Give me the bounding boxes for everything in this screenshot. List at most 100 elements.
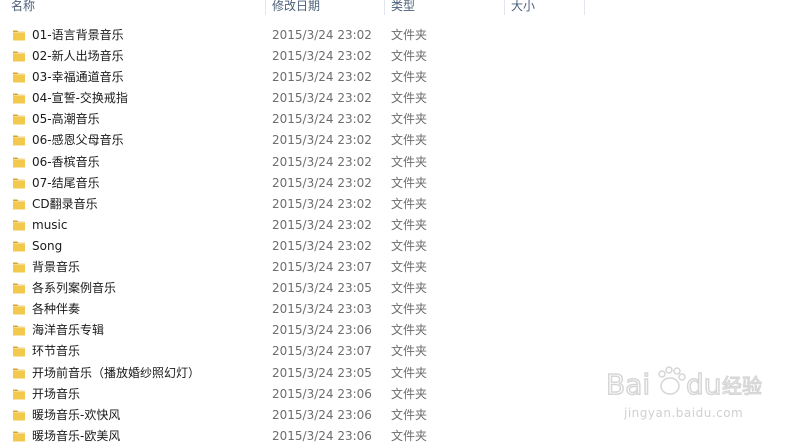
file-type: 文件夹 bbox=[391, 344, 428, 359]
file-modified-date: 2015/3/24 23:02 bbox=[272, 175, 372, 190]
file-type: 文件夹 bbox=[391, 260, 428, 275]
file-type: 文件夹 bbox=[391, 112, 428, 127]
file-row[interactable]: 开场前音乐（播放婚纱照幻灯） 2015/3/24 23:05 文件夹 bbox=[0, 363, 792, 384]
column-header-row: 名称 修改日期 类型 大小 bbox=[0, 0, 792, 15]
column-header-date[interactable]: 修改日期 bbox=[266, 0, 385, 15]
file-row[interactable]: 环节音乐 2015/3/24 23:07 文件夹 bbox=[0, 341, 792, 362]
file-modified-date: 2015/3/24 23:05 bbox=[272, 281, 372, 296]
file-name[interactable]: 各种伴奏 bbox=[32, 299, 80, 320]
file-modified-date: 2015/3/24 23:02 bbox=[272, 49, 372, 64]
file-name[interactable]: 开场前音乐（播放婚纱照幻灯） bbox=[32, 363, 200, 384]
folder-icon bbox=[13, 72, 25, 83]
column-header-size[interactable]: 大小 bbox=[505, 0, 585, 15]
file-row[interactable]: 05-高潮音乐 2015/3/24 23:02 文件夹 bbox=[0, 109, 792, 130]
file-row[interactable]: Song 2015/3/24 23:02 文件夹 bbox=[0, 236, 792, 257]
file-modified-date: 2015/3/24 23:03 bbox=[272, 302, 372, 317]
folder-icon bbox=[13, 241, 25, 252]
file-type: 文件夹 bbox=[391, 323, 428, 338]
file-row[interactable]: 02-新人出场音乐 2015/3/24 23:02 文件夹 bbox=[0, 46, 792, 67]
file-modified-date: 2015/3/24 23:02 bbox=[272, 112, 372, 127]
file-name[interactable]: 暖场音乐-欧美风 bbox=[32, 426, 120, 447]
file-type: 文件夹 bbox=[391, 91, 428, 106]
folder-icon bbox=[13, 410, 25, 421]
folder-icon bbox=[13, 51, 25, 62]
file-modified-date: 2015/3/24 23:02 bbox=[272, 154, 372, 169]
folder-icon bbox=[13, 304, 25, 315]
file-row[interactable]: 06-感恩父母音乐 2015/3/24 23:02 文件夹 bbox=[0, 130, 792, 151]
file-type: 文件夹 bbox=[391, 281, 428, 296]
file-row[interactable]: 各系列案例音乐 2015/3/24 23:05 文件夹 bbox=[0, 278, 792, 299]
file-name[interactable]: 06-感恩父母音乐 bbox=[32, 130, 124, 151]
file-type: 文件夹 bbox=[391, 49, 428, 64]
folder-icon bbox=[13, 178, 25, 189]
file-type: 文件夹 bbox=[391, 133, 428, 148]
file-type: 文件夹 bbox=[391, 407, 428, 422]
file-row[interactable]: 背景音乐 2015/3/24 23:07 文件夹 bbox=[0, 257, 792, 278]
folder-icon bbox=[13, 431, 25, 442]
file-name[interactable]: 07-结尾音乐 bbox=[32, 173, 100, 194]
folder-icon bbox=[13, 30, 25, 41]
file-name[interactable]: 各系列案例音乐 bbox=[32, 278, 116, 299]
file-modified-date: 2015/3/24 23:07 bbox=[272, 260, 372, 275]
folder-icon bbox=[13, 220, 25, 231]
file-modified-date: 2015/3/24 23:02 bbox=[272, 238, 372, 253]
file-row[interactable]: 暖场音乐-欧美风 2015/3/24 23:06 文件夹 bbox=[0, 426, 792, 447]
file-modified-date: 2015/3/24 23:05 bbox=[272, 365, 372, 380]
file-name[interactable]: 03-幸福通道音乐 bbox=[32, 67, 124, 88]
file-name[interactable]: 05-高潮音乐 bbox=[32, 109, 100, 130]
file-modified-date: 2015/3/24 23:07 bbox=[272, 344, 372, 359]
file-name[interactable]: music bbox=[32, 215, 67, 236]
file-modified-date: 2015/3/24 23:02 bbox=[272, 133, 372, 148]
file-name[interactable]: 环节音乐 bbox=[32, 341, 80, 362]
file-name[interactable]: 02-新人出场音乐 bbox=[32, 46, 124, 67]
column-header-type[interactable]: 类型 bbox=[385, 0, 505, 15]
file-type: 文件夹 bbox=[391, 365, 428, 380]
file-row[interactable]: 01-语言背景音乐 2015/3/24 23:02 文件夹 bbox=[0, 25, 792, 46]
file-name[interactable]: 06-香槟音乐 bbox=[32, 152, 100, 173]
file-row[interactable]: 04-宣誓-交换戒指 2015/3/24 23:02 文件夹 bbox=[0, 88, 792, 109]
file-name[interactable]: 04-宣誓-交换戒指 bbox=[32, 88, 128, 109]
folder-icon bbox=[13, 389, 25, 400]
file-modified-date: 2015/3/24 23:06 bbox=[272, 428, 372, 443]
folder-icon bbox=[13, 135, 25, 146]
file-row[interactable]: CD翻录音乐 2015/3/24 23:02 文件夹 bbox=[0, 194, 792, 215]
file-type: 文件夹 bbox=[391, 70, 428, 85]
file-modified-date: 2015/3/24 23:02 bbox=[272, 70, 372, 85]
file-name[interactable]: CD翻录音乐 bbox=[32, 194, 98, 215]
file-modified-date: 2015/3/24 23:06 bbox=[272, 386, 372, 401]
file-type: 文件夹 bbox=[391, 196, 428, 211]
file-row[interactable]: 开场音乐 2015/3/24 23:06 文件夹 bbox=[0, 384, 792, 405]
file-modified-date: 2015/3/24 23:02 bbox=[272, 28, 372, 42]
file-modified-date: 2015/3/24 23:02 bbox=[272, 217, 372, 232]
folder-icon bbox=[13, 93, 25, 104]
file-list: 01-语言背景音乐 2015/3/24 23:02 文件夹 02-新人出场音乐 2015… bbox=[0, 25, 792, 447]
folder-icon bbox=[13, 283, 25, 294]
file-row[interactable]: 03-幸福通道音乐 2015/3/24 23:02 文件夹 bbox=[0, 67, 792, 88]
file-row[interactable]: 06-香槟音乐 2015/3/24 23:02 文件夹 bbox=[0, 152, 792, 173]
file-row[interactable]: 07-结尾音乐 2015/3/24 23:02 文件夹 bbox=[0, 173, 792, 194]
file-name[interactable]: 暖场音乐-欢快风 bbox=[32, 405, 120, 426]
file-type: 文件夹 bbox=[391, 28, 428, 42]
file-type: 文件夹 bbox=[391, 238, 428, 253]
folder-icon bbox=[13, 325, 25, 336]
file-name[interactable]: 海洋音乐专辑 bbox=[32, 320, 104, 341]
file-name[interactable]: 01-语言背景音乐 bbox=[32, 25, 124, 46]
file-name[interactable]: 开场音乐 bbox=[32, 384, 80, 405]
file-modified-date: 2015/3/24 23:06 bbox=[272, 407, 372, 422]
folder-icon bbox=[13, 114, 25, 125]
file-row[interactable]: 各种伴奏 2015/3/24 23:03 文件夹 bbox=[0, 299, 792, 320]
file-type: 文件夹 bbox=[391, 428, 428, 443]
folder-icon bbox=[13, 262, 25, 273]
file-name[interactable]: 背景音乐 bbox=[32, 257, 80, 278]
file-type: 文件夹 bbox=[391, 302, 428, 317]
column-header-name[interactable]: 名称 bbox=[0, 0, 266, 15]
file-explorer: 名称 修改日期 类型 大小 01-语言背景音乐 2015/3/24 23:02 文件… bbox=[0, 0, 792, 448]
file-type: 文件夹 bbox=[391, 175, 428, 190]
file-row[interactable]: 暖场音乐-欢快风 2015/3/24 23:06 文件夹 bbox=[0, 405, 792, 426]
file-type: 文件夹 bbox=[391, 154, 428, 169]
file-type: 文件夹 bbox=[391, 217, 428, 232]
file-name[interactable]: Song bbox=[32, 236, 62, 257]
file-row[interactable]: 海洋音乐专辑 2015/3/24 23:06 文件夹 bbox=[0, 320, 792, 341]
folder-icon bbox=[13, 368, 25, 378]
file-row[interactable]: music 2015/3/24 23:02 文件夹 bbox=[0, 215, 792, 236]
